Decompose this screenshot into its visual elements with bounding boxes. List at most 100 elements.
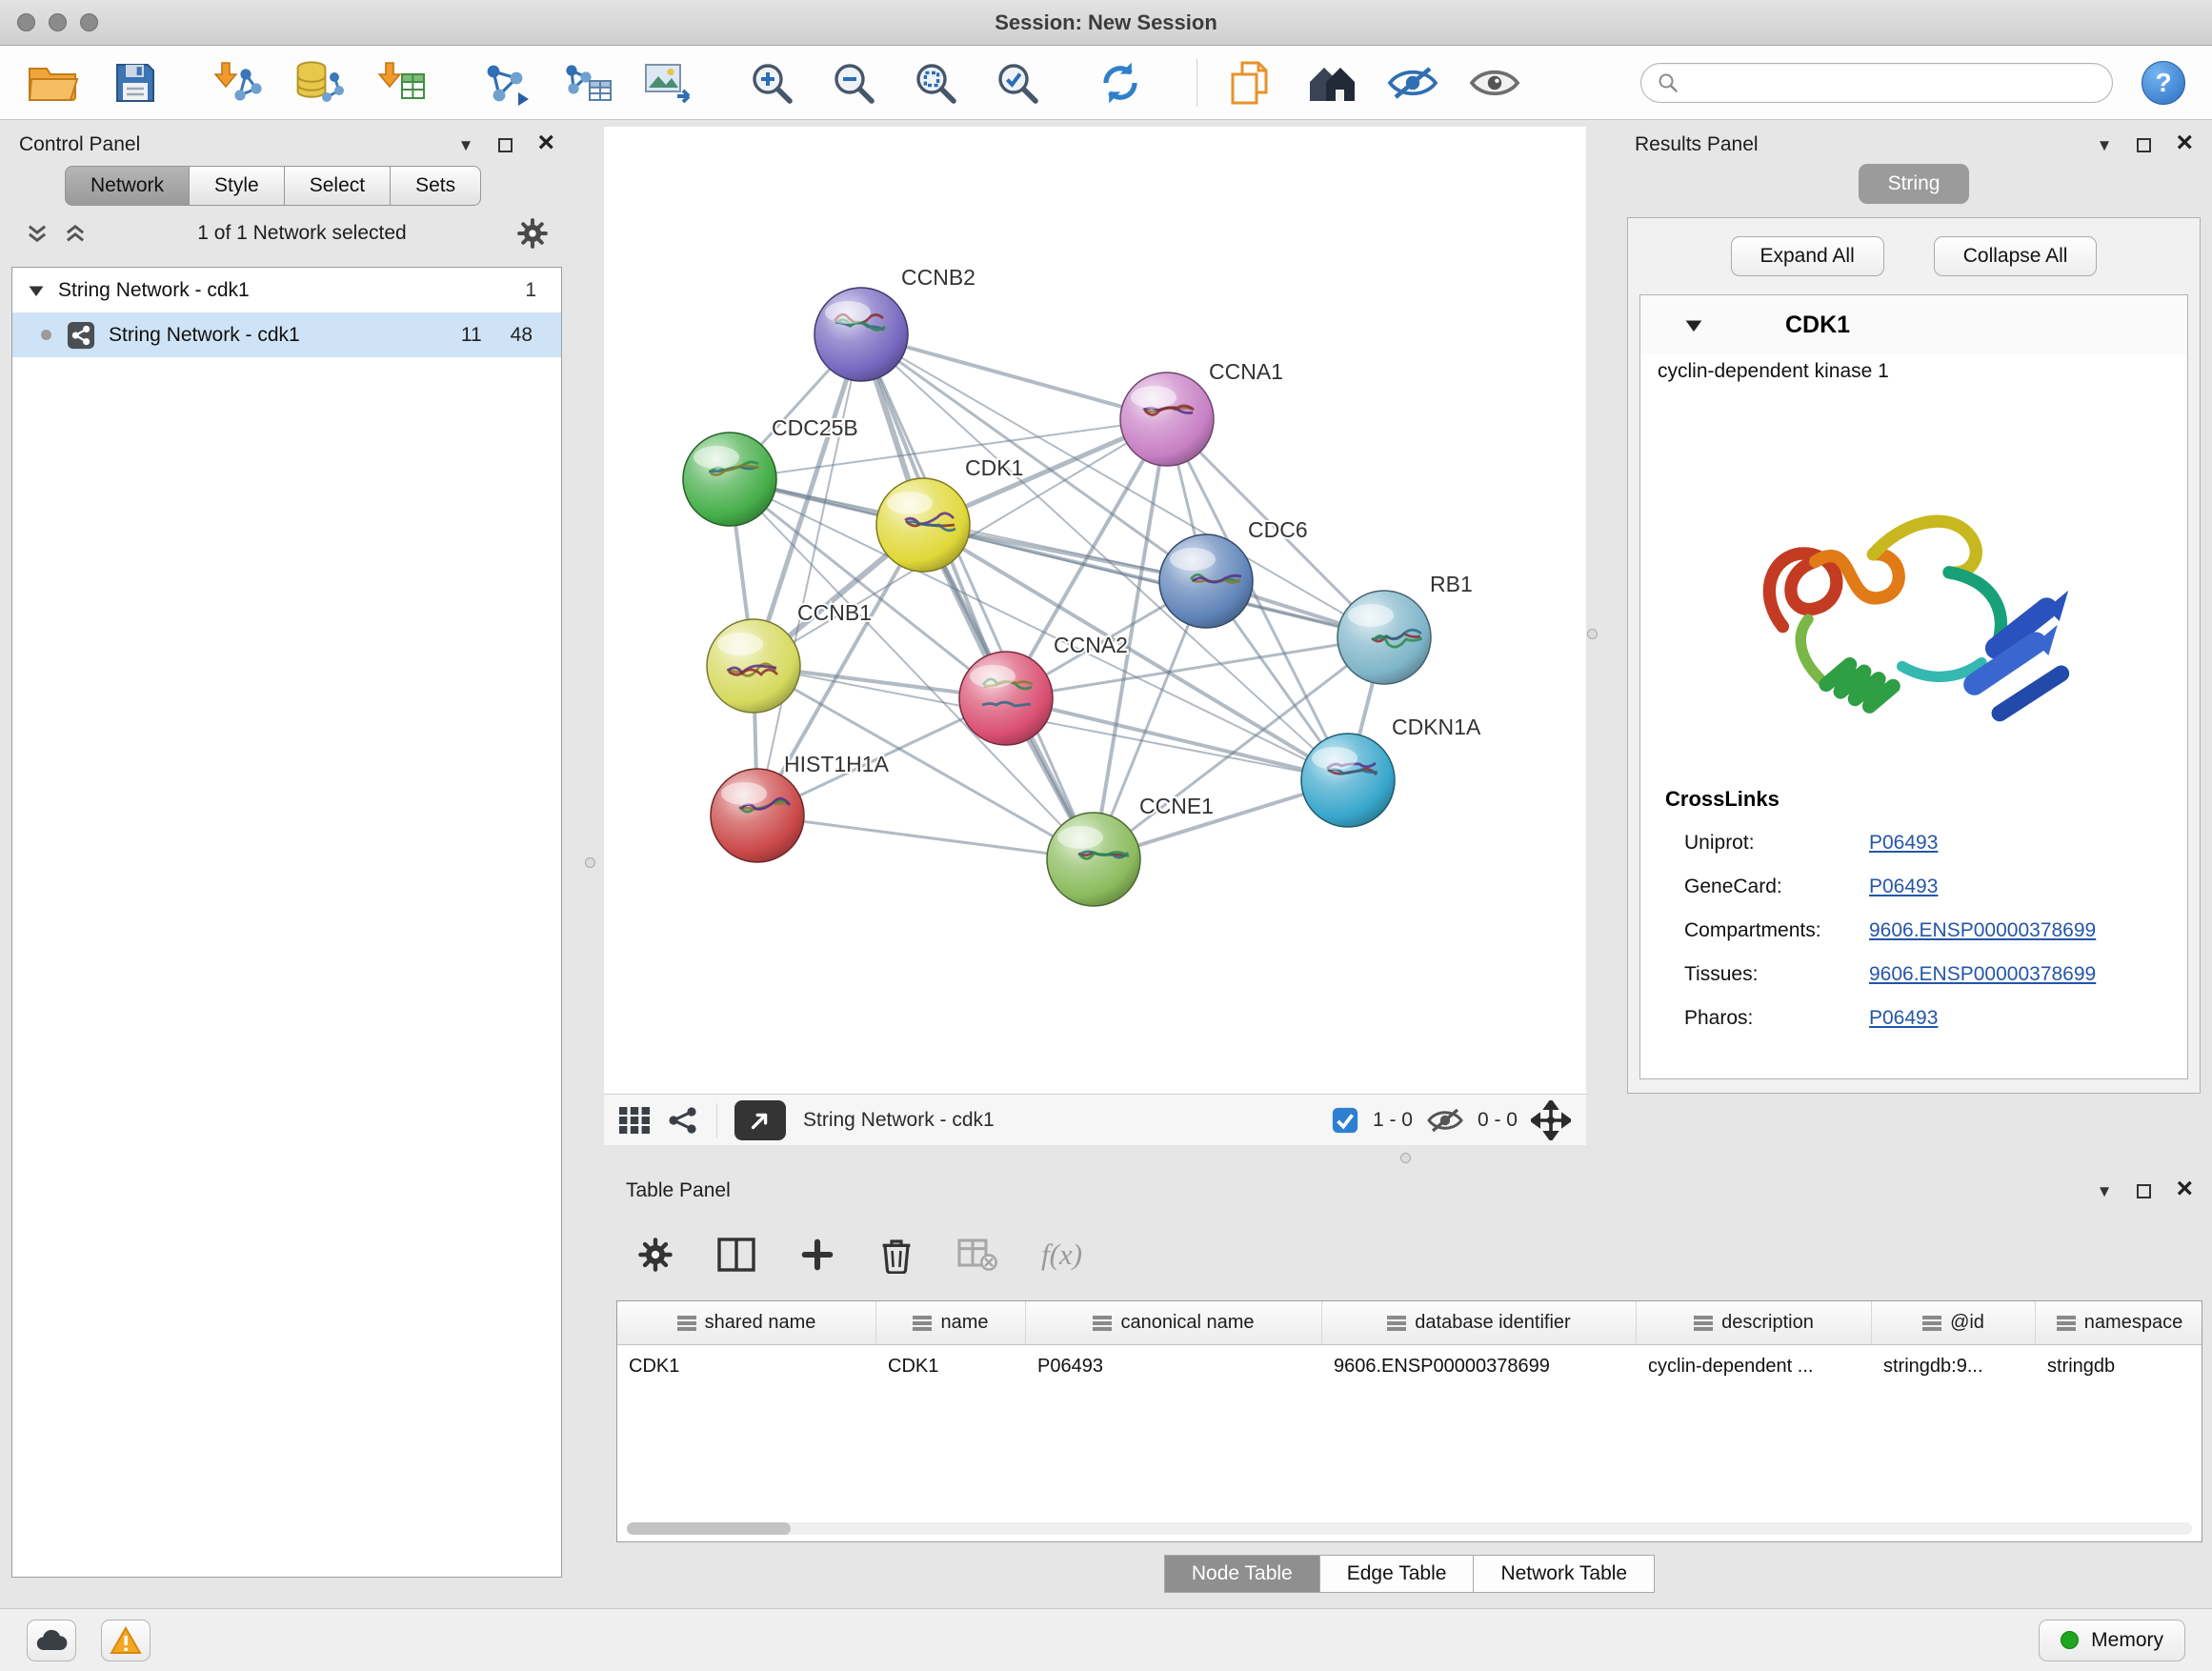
node-CDK1[interactable]: CDK1 (876, 455, 1023, 572)
table-horizontal-scrollbar[interactable] (627, 1522, 2192, 1535)
hidden-eye-slash-icon[interactable] (1426, 1106, 1464, 1135)
close-window-button[interactable] (17, 13, 35, 31)
collapse-all-button[interactable]: Collapse All (1934, 236, 2098, 276)
pharos-link[interactable]: P06493 (1869, 1007, 1938, 1030)
fit-content-crosshair-icon[interactable] (1531, 1100, 1571, 1140)
column-header[interactable]: namespace (2036, 1301, 2202, 1344)
network-and-table-button[interactable] (560, 56, 613, 110)
tab-string[interactable]: String (1859, 164, 1969, 204)
grid-view-icon[interactable] (619, 1107, 650, 1134)
cloud-status-button[interactable] (27, 1620, 76, 1661)
table-cell[interactable]: CDK1 (876, 1345, 1026, 1387)
minimize-window-button[interactable] (49, 13, 67, 31)
maximize-panel-icon[interactable] (498, 138, 513, 152)
import-network-from-database-button[interactable] (293, 56, 347, 110)
left-splitter-handle[interactable] (585, 857, 595, 868)
collapse-section-icon[interactable] (1684, 317, 1703, 333)
genecard-link[interactable]: P06493 (1869, 876, 1938, 898)
zoom-selected-button[interactable] (991, 56, 1044, 110)
zoom-window-button[interactable] (80, 13, 98, 31)
gear-icon[interactable] (516, 217, 549, 250)
import-network-from-file-button[interactable] (211, 56, 265, 110)
node-RB1[interactable]: RB1 (1337, 572, 1473, 684)
open-session-button[interactable] (27, 56, 80, 110)
search-input[interactable] (1689, 71, 2097, 93)
right-splitter-handle[interactable] (1587, 629, 1598, 639)
open-in-new-view-button[interactable] (734, 1100, 786, 1140)
table-row[interactable]: CDK1 CDK1 P06493 9606.ENSP00000378699 cy… (617, 1345, 2202, 1387)
warnings-button[interactable] (101, 1620, 151, 1661)
column-header[interactable]: database identifier (1322, 1301, 1637, 1344)
compartments-link[interactable]: 9606.ENSP00000378699 (1869, 919, 2096, 942)
memory-button[interactable]: Memory (2039, 1620, 2185, 1661)
edge-CCNB2-CCNE1[interactable] (861, 334, 1094, 859)
selected-checkbox-icon[interactable] (1331, 1106, 1359, 1135)
disclosure-triangle-icon[interactable] (28, 283, 45, 298)
float-panel-icon[interactable]: ▼ (458, 137, 474, 153)
tissues-link[interactable]: 9606.ENSP00000378699 (1869, 963, 2096, 986)
expand-tree-icon[interactable] (25, 221, 50, 246)
node-HIST1H1A[interactable]: HIST1H1A (711, 752, 890, 862)
column-header[interactable]: canonical name (1026, 1301, 1322, 1344)
tab-style[interactable]: Style (190, 166, 285, 206)
show-columns-icon[interactable] (717, 1238, 755, 1272)
maximize-panel-icon[interactable] (2137, 1184, 2151, 1198)
apply-layout-button[interactable] (1094, 56, 1147, 110)
table-settings-gear-icon[interactable] (637, 1237, 674, 1273)
table-cell[interactable]: cyclin-dependent ... (1637, 1345, 1872, 1387)
network-collection-row[interactable]: String Network - cdk1 1 (12, 268, 561, 312)
expand-all-button[interactable]: Expand All (1731, 236, 1884, 276)
save-session-button[interactable] (109, 56, 162, 110)
tab-network-table[interactable]: Network Table (1474, 1555, 1655, 1593)
node-CCNB2[interactable]: CCNB2 (814, 265, 975, 381)
zoom-in-button[interactable] (745, 56, 798, 110)
tab-edge-table[interactable]: Edge Table (1320, 1555, 1475, 1593)
protein-header-row[interactable]: CDK1 (1640, 295, 2187, 354)
table-cell[interactable]: P06493 (1026, 1345, 1322, 1387)
float-panel-icon[interactable]: ▼ (2097, 137, 2113, 153)
table-cell[interactable]: stringdb (2036, 1345, 2202, 1387)
edge-HIST1H1A-CCNE1[interactable] (757, 815, 1094, 859)
share-network-icon[interactable] (667, 1106, 699, 1135)
add-column-plus-icon[interactable] (799, 1237, 835, 1273)
close-panel-icon[interactable]: × (2176, 1175, 2193, 1203)
tab-network[interactable]: Network (65, 166, 190, 206)
node-CDKN1A[interactable]: CDKN1A (1301, 715, 1481, 827)
column-header[interactable]: name (876, 1301, 1026, 1344)
uniprot-link[interactable]: P06493 (1869, 832, 1938, 855)
close-panel-icon[interactable]: × (2176, 129, 2193, 157)
table-cell[interactable]: stringdb:9... (1872, 1345, 2036, 1387)
node-CDC6[interactable]: CDC6 (1159, 517, 1308, 628)
column-header[interactable]: description (1637, 1301, 1872, 1344)
import-table-from-file-button[interactable] (375, 56, 429, 110)
network-view[interactable]: CCNB2CCNA1CDC25BCDK1CDC6RB1CCNB1CCNA2CDK… (604, 127, 1586, 1094)
export-image-button[interactable] (642, 56, 695, 110)
tab-node-table[interactable]: Node Table (1164, 1555, 1320, 1593)
hide-panels-button[interactable] (1386, 56, 1439, 110)
copy-document-button[interactable] (1222, 56, 1276, 110)
help-button[interactable]: ? (2142, 61, 2185, 105)
column-header[interactable]: shared name (617, 1301, 876, 1344)
delete-column-trash-icon[interactable] (879, 1236, 914, 1274)
tab-sets[interactable]: Sets (391, 166, 481, 206)
zoom-fit-button[interactable] (909, 56, 962, 110)
show-panels-button[interactable] (1468, 56, 1521, 110)
scrollbar-thumb[interactable] (627, 1522, 791, 1535)
edge-CCNB2-HIST1H1A[interactable] (757, 334, 861, 815)
network-row-selected[interactable]: String Network - cdk1 11 48 (12, 312, 561, 357)
column-header[interactable]: @id (1872, 1301, 2036, 1344)
close-panel-icon[interactable]: × (537, 129, 554, 157)
zoom-out-button[interactable] (827, 56, 880, 110)
tab-select[interactable]: Select (285, 166, 391, 206)
maximize-panel-icon[interactable] (2137, 138, 2151, 152)
table-cell[interactable]: 9606.ENSP00000378699 (1322, 1345, 1637, 1387)
node-CCNA1[interactable]: CCNA1 (1120, 359, 1283, 466)
collapse-tree-icon[interactable] (63, 221, 88, 246)
network-canvas[interactable]: CCNB2CCNA1CDC25BCDK1CDC6RB1CCNB1CCNA2CDK… (604, 127, 1586, 1094)
table-cell[interactable]: CDK1 (617, 1345, 876, 1387)
float-panel-icon[interactable]: ▼ (2097, 1183, 2113, 1199)
bottom-splitter-handle[interactable] (1400, 1153, 1411, 1163)
new-network-button[interactable] (478, 56, 532, 110)
edge-CDK1-RB1[interactable] (923, 525, 1384, 637)
home-button[interactable] (1304, 56, 1357, 110)
